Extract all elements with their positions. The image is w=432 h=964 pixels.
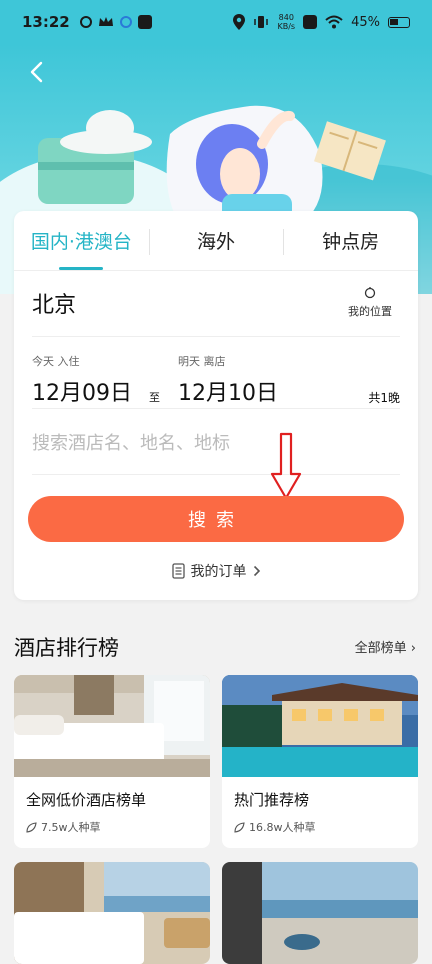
ranking-card[interactable]	[222, 862, 418, 964]
tab-hourly-room[interactable]: 钟点房	[283, 211, 418, 270]
chevron-right-icon: ›	[410, 641, 416, 656]
locate-icon	[364, 287, 376, 299]
hotel-seaview-photo	[222, 862, 418, 964]
battery-percent: 45%	[351, 14, 380, 30]
city-selector[interactable]: 北京	[32, 287, 76, 319]
my-orders-label: 我的订单	[190, 564, 247, 580]
status-right: 840 KB/s 45%	[233, 13, 410, 31]
location-pin-icon	[233, 14, 246, 30]
hotel-search-card: 国内·港澳台 海外 钟点房 北京 我的位置 今天 入住 12月09日 至 明天 …	[14, 211, 418, 600]
tab-domestic[interactable]: 国内·港澳台	[14, 211, 149, 270]
checkout-date[interactable]: 12月10日	[178, 375, 278, 407]
app-notification-icon	[79, 16, 92, 28]
checkout-label: 明天 离店	[178, 355, 226, 368]
crown-icon	[98, 17, 113, 26]
all-lists-link[interactable]: 全部榜单 ›	[355, 637, 416, 656]
keyword-search-input[interactable]: 搜索酒店名、地名、地标	[32, 429, 230, 455]
video-app-icon	[137, 15, 152, 29]
ranking-name: 热门推荐榜	[234, 791, 310, 809]
nights-count: 共1晚	[368, 391, 400, 405]
battery-icon	[388, 16, 410, 28]
ranking-followers: 7.5w人种草	[41, 821, 101, 834]
ranking-name: 全网低价酒店榜单	[26, 791, 147, 809]
ranking-title: 酒店排行榜	[14, 636, 119, 660]
vibrate-icon	[254, 16, 269, 28]
down-arrow-annotation-icon	[270, 432, 302, 500]
my-location-button[interactable]: 我的位置	[340, 287, 400, 319]
notification-icons	[79, 15, 152, 29]
sim-off-icon	[303, 15, 318, 29]
keyword-row[interactable]: 搜索酒店名、地名、地标	[32, 421, 400, 475]
hotel-suite-photo	[14, 862, 210, 964]
browser-notification-icon	[119, 16, 132, 28]
ranking-card[interactable]: 热门推荐榜 16.8w人种草	[222, 675, 418, 848]
status-time: 13:22	[22, 13, 70, 31]
network-speed: 840 KB/s	[277, 13, 296, 31]
ranking-card[interactable]	[14, 862, 210, 964]
leaf-icon	[26, 821, 37, 833]
status-bar: 13:22 840 KB/s 45%	[0, 0, 432, 44]
date-separator: 至	[149, 391, 160, 404]
search-button[interactable]: 搜索	[28, 496, 404, 542]
back-button[interactable]	[20, 56, 52, 88]
hotel-pool-photo	[222, 675, 418, 777]
city-row: 北京 我的位置	[32, 281, 400, 337]
wifi-icon	[325, 15, 343, 29]
ranking-followers: 16.8w人种草	[249, 821, 316, 834]
all-lists-label: 全部榜单	[354, 641, 407, 656]
tab-overseas[interactable]: 海外	[148, 211, 284, 270]
ranking-meta: 7.5w人种草	[26, 819, 101, 835]
order-list-icon	[171, 563, 185, 579]
ranking-meta: 16.8w人种草	[234, 819, 316, 835]
my-orders-link[interactable]: 我的订单	[14, 561, 418, 581]
ranking-card[interactable]: 全网低价酒店榜单 7.5w人种草	[14, 675, 210, 848]
chevron-right-icon	[253, 565, 260, 577]
back-arrow-icon	[30, 61, 43, 83]
hotel-room-photo	[14, 675, 210, 777]
hotel-type-tabs: 国内·港澳台 海外 钟点房	[14, 211, 418, 271]
my-location-label: 我的位置	[348, 305, 392, 318]
checkin-date[interactable]: 12月09日	[32, 375, 132, 407]
date-row[interactable]: 今天 入住 12月09日 至 明天 离店 12月10日 共1晚	[32, 349, 400, 409]
leaf-icon	[234, 821, 245, 833]
checkin-label: 今天 入住	[32, 355, 80, 368]
